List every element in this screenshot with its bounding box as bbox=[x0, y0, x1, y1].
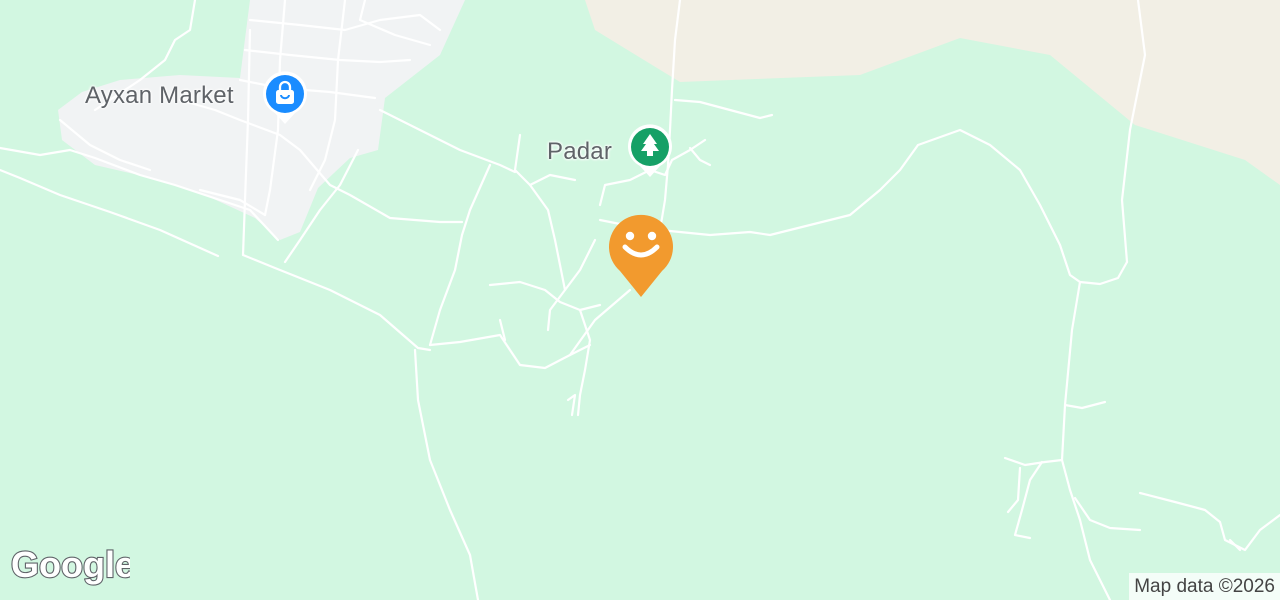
svg-text:Google: Google bbox=[11, 544, 130, 585]
map-attribution[interactable]: Map data ©2026 bbox=[1129, 573, 1280, 600]
map-canvas[interactable]: Ayxan Market Padar Google Map data ©2026 bbox=[0, 0, 1280, 600]
market-pin[interactable] bbox=[261, 70, 309, 131]
current-location-marker[interactable] bbox=[606, 213, 676, 304]
google-logo: Google bbox=[8, 543, 136, 592]
padar-pin[interactable] bbox=[626, 123, 674, 184]
padar-label[interactable]: Padar bbox=[547, 138, 612, 166]
market-label[interactable]: Ayxan Market bbox=[85, 82, 234, 110]
